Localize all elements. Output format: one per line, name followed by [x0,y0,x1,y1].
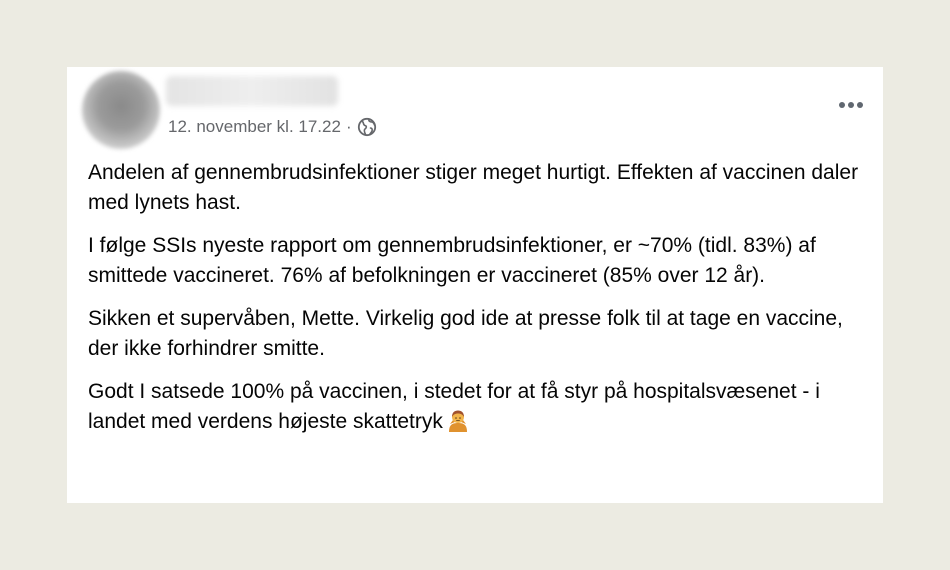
post-meta: 12. november kl. 17.22 · [168,116,377,138]
more-horizontal-icon [857,102,863,108]
post-timestamp[interactable]: 12. november kl. 17.22 [168,117,341,137]
post-paragraph-3: Sikken et supervåben, Mette. Virkelig go… [88,307,843,360]
more-options-button[interactable] [831,93,871,117]
author-name-redacted[interactable] [166,76,338,106]
post-body: Andelen af gennembrudsinfektioner stiger… [88,158,873,450]
globe-icon[interactable] [357,117,377,137]
avatar[interactable] [82,71,160,149]
more-horizontal-icon [848,102,854,108]
post-paragraph-2: I følge SSIs nyeste rapport om gennembru… [88,234,816,287]
person-shrugging-emoji [448,410,467,432]
post-paragraph-1: Andelen af gennembrudsinfektioner stiger… [88,161,859,214]
more-horizontal-icon [839,102,845,108]
meta-separator: · [345,117,352,136]
post-card: 12. november kl. 17.22 · Andelen af genn… [67,67,883,503]
post-paragraph-4: Godt I satsede 100% på vaccinen, i stede… [88,377,873,437]
